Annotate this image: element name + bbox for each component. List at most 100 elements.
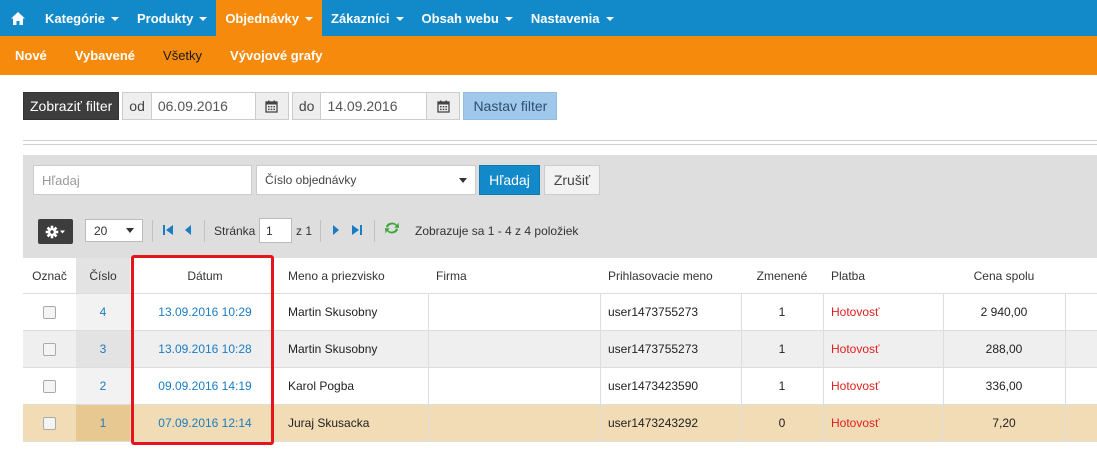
column-divider (943, 294, 944, 442)
payment-method: Hotovosť (831, 342, 880, 356)
calendar-icon[interactable] (427, 92, 461, 120)
refresh-icon[interactable] (383, 221, 401, 235)
customer-name: Juraj Skusacka (288, 416, 370, 430)
row-checkbox[interactable] (43, 416, 56, 430)
date-filter: Zobraziť filter od 06.09.2016 do 14.09.2… (23, 92, 558, 120)
order-number-link[interactable]: 3 (76, 331, 130, 367)
login-name: user1473243292 (608, 416, 699, 430)
search-field-select[interactable]: Číslo objednávky (256, 165, 476, 195)
table-row-selected[interactable]: 1 07.09.2016 12:14 Juraj Skusacka user14… (23, 405, 1097, 442)
order-date-link[interactable]: 09.09.2016 14:19 (130, 368, 280, 404)
order-date-link[interactable]: 07.09.2016 12:14 (130, 405, 280, 441)
order-date-link[interactable]: 13.09.2016 10:28 (130, 331, 280, 367)
nav-item-nastavenia[interactable]: Nastavenia (522, 0, 623, 36)
payment-method: Hotovosť (831, 416, 880, 430)
date-to-input[interactable]: 14.09.2016 (321, 92, 428, 120)
home-icon[interactable] (0, 0, 36, 36)
order-date-link[interactable]: 13.09.2016 10:29 (130, 294, 280, 330)
col-header-name[interactable]: Meno a priezvisko (280, 258, 428, 293)
search-input[interactable]: Hľadaj (33, 165, 252, 195)
table-row[interactable]: 3 13.09.2016 10:28 Martin Skusobny user1… (23, 331, 1097, 368)
chevron-down-icon (110, 16, 119, 21)
customer-name: Karol Pogba (288, 379, 355, 393)
nav-item-label: Produkty (136, 10, 194, 26)
top-nav: Kategórie Produkty Objednávky Zákazníci … (0, 0, 1097, 36)
nav-item-label: Objednávky (225, 10, 300, 26)
first-page-icon[interactable] (162, 223, 174, 237)
date-from-input[interactable]: 06.09.2016 (151, 92, 256, 120)
divider (152, 220, 153, 242)
subnav-item-vsetky[interactable]: Všetky (149, 36, 216, 75)
calendar-icon[interactable] (255, 92, 289, 120)
table-header: Označ Číslo Dátum Meno a priezvisko Firm… (23, 258, 1097, 294)
grid-toolbar: Hľadaj Číslo objednávky Hľadaj Zrušiť 20… (23, 155, 1097, 258)
nav-item-label: Zákazníci (331, 10, 390, 26)
page-number-input[interactable]: 1 (259, 218, 292, 243)
order-total: 288,00 (985, 342, 1023, 356)
chevron-down-icon (305, 16, 314, 21)
prev-page-icon[interactable] (184, 223, 192, 237)
cancel-button[interactable]: Zrušiť (544, 165, 600, 195)
row-checkbox-cell (23, 405, 76, 441)
table-row[interactable]: 4 13.09.2016 10:29 Martin Skusobny user1… (23, 294, 1097, 331)
row-checkbox-cell (23, 294, 76, 330)
col-header-total[interactable]: Cena spolu (943, 258, 1065, 293)
payment-method: Hotovosť (831, 305, 880, 319)
col-header-number-label: Číslo (89, 268, 117, 283)
divider (204, 220, 205, 242)
nav-item-obsah-webu[interactable]: Obsah webu (413, 0, 522, 36)
chevron-down-icon (126, 228, 134, 233)
col-header-login[interactable]: Prihlasovacie meno (600, 258, 741, 293)
company (428, 294, 600, 330)
nav-item-label: Obsah webu (421, 10, 499, 26)
company (428, 405, 600, 441)
row-checkbox[interactable] (43, 305, 56, 319)
chevron-down-icon (199, 16, 208, 21)
next-page-icon[interactable] (332, 223, 340, 237)
login-name: user1473755273 (608, 305, 699, 319)
col-header-company[interactable]: Firma (428, 258, 600, 293)
column-divider (428, 294, 429, 442)
settings-menu-button[interactable] (38, 219, 73, 244)
customer-name: Martin Skusobny (288, 342, 378, 356)
subnav-item-vyvojove-grafy[interactable]: Vývojové grafy (216, 36, 337, 75)
page-label: Stránka (214, 224, 256, 238)
payment-method: Hotovosť (831, 379, 880, 393)
subnav-item-vybavene[interactable]: Vybavené (61, 36, 149, 75)
order-number-link[interactable]: 4 (76, 294, 130, 330)
col-header-changed[interactable]: Zmenené (741, 258, 823, 293)
table-row[interactable]: 2 09.09.2016 14:19 Karol Pogba user14734… (23, 368, 1097, 405)
company (428, 331, 600, 367)
order-number-link[interactable]: 1 (76, 405, 130, 441)
changed-count: 0 (778, 416, 786, 430)
order-number-link[interactable]: 2 (76, 368, 130, 404)
nav-item-kategorie[interactable]: Kategórie (36, 0, 128, 36)
col-header-number[interactable]: Číslo (76, 258, 130, 293)
page-size-select[interactable]: 20 (85, 219, 143, 242)
sub-nav: Nové Vybavené Všetky Vývojové grafy (0, 36, 1097, 75)
chevron-down-icon (395, 16, 404, 21)
search-field-value: Číslo objednávky (265, 173, 357, 187)
page-count-label: z 1 (296, 224, 313, 238)
nav-item-produkty[interactable]: Produkty (128, 0, 216, 36)
order-total: 336,00 (985, 379, 1023, 393)
last-page-icon[interactable] (351, 223, 363, 237)
row-checkbox-cell (23, 368, 76, 404)
company (428, 368, 600, 404)
chevron-down-icon (504, 16, 513, 21)
subnav-item-nove[interactable]: Nové (1, 36, 61, 75)
from-label: od (122, 92, 152, 120)
row-checkbox[interactable] (43, 379, 56, 393)
col-header-mark[interactable]: Označ (23, 258, 76, 293)
col-header-date[interactable]: Dátum (130, 258, 280, 293)
row-checkbox[interactable] (43, 342, 56, 356)
nav-item-zakaznici[interactable]: Zákazníci (322, 0, 413, 36)
search-button[interactable]: Hľadaj (479, 165, 540, 195)
chevron-down-icon (459, 177, 467, 183)
nav-item-objednavky[interactable]: Objednávky (216, 0, 323, 36)
column-divider (741, 294, 742, 442)
apply-filter-button[interactable]: Nastav filter (463, 92, 558, 120)
chevron-down-icon (605, 16, 614, 21)
show-filter-button[interactable]: Zobraziť filter (23, 92, 120, 120)
col-header-payment[interactable]: Platba (823, 258, 943, 293)
